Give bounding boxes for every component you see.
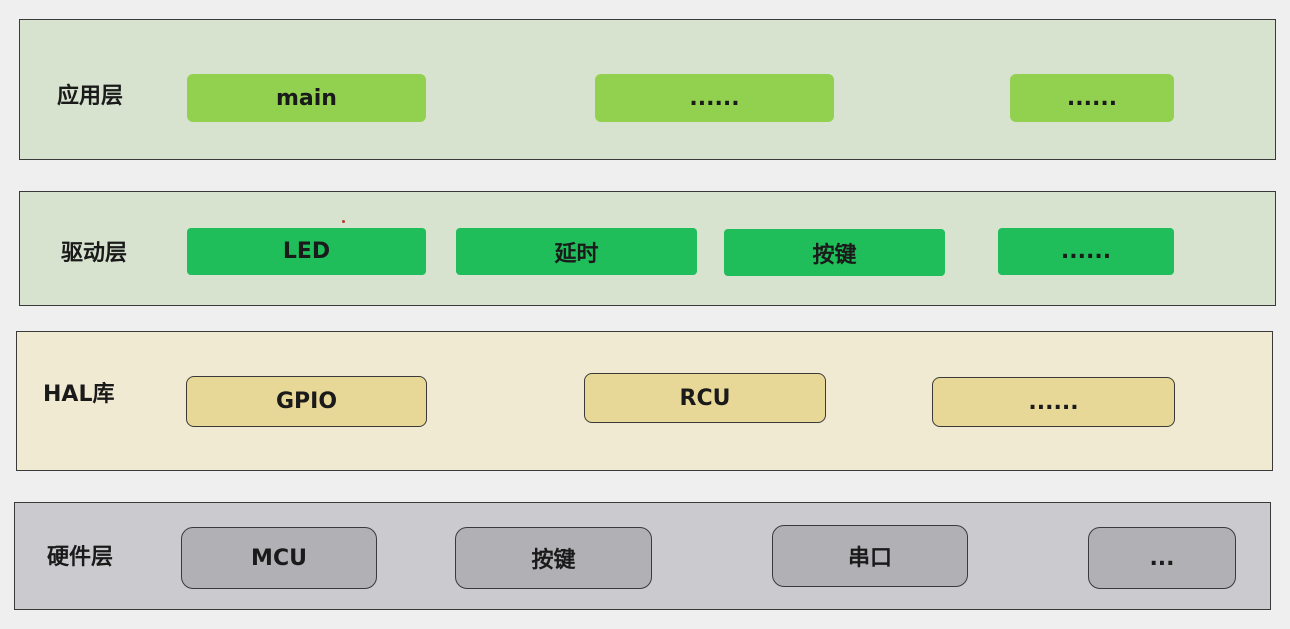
app-item-more-2: ......: [1010, 74, 1174, 122]
hardware-layer-label: 硬件层: [47, 545, 114, 570]
hal-item-rcu: RCU: [584, 373, 826, 423]
driver-item-delay: 延时: [456, 228, 697, 275]
layered-architecture-diagram: 应用层 main ...... ...... 驱动层 LED 延时 按键 ...…: [0, 0, 1290, 629]
driver-item-more: ......: [998, 228, 1174, 275]
hardware-item-key: 按键: [455, 527, 652, 589]
hardware-item-uart: 串口: [772, 525, 968, 587]
driver-item-key: 按键: [724, 229, 945, 276]
stray-dot: [342, 220, 345, 223]
hardware-item-mcu: MCU: [181, 527, 377, 589]
app-item-main: main: [187, 74, 426, 122]
hardware-item-more: ...: [1088, 527, 1236, 589]
hal-item-gpio: GPIO: [186, 376, 427, 427]
hal-layer-label: HAL库: [43, 382, 115, 407]
driver-item-led: LED: [187, 228, 426, 275]
app-layer-label: 应用层: [57, 84, 124, 109]
driver-layer-label: 驱动层: [61, 241, 128, 266]
app-item-more-1: ......: [595, 74, 834, 122]
hal-item-more: ......: [932, 377, 1175, 427]
